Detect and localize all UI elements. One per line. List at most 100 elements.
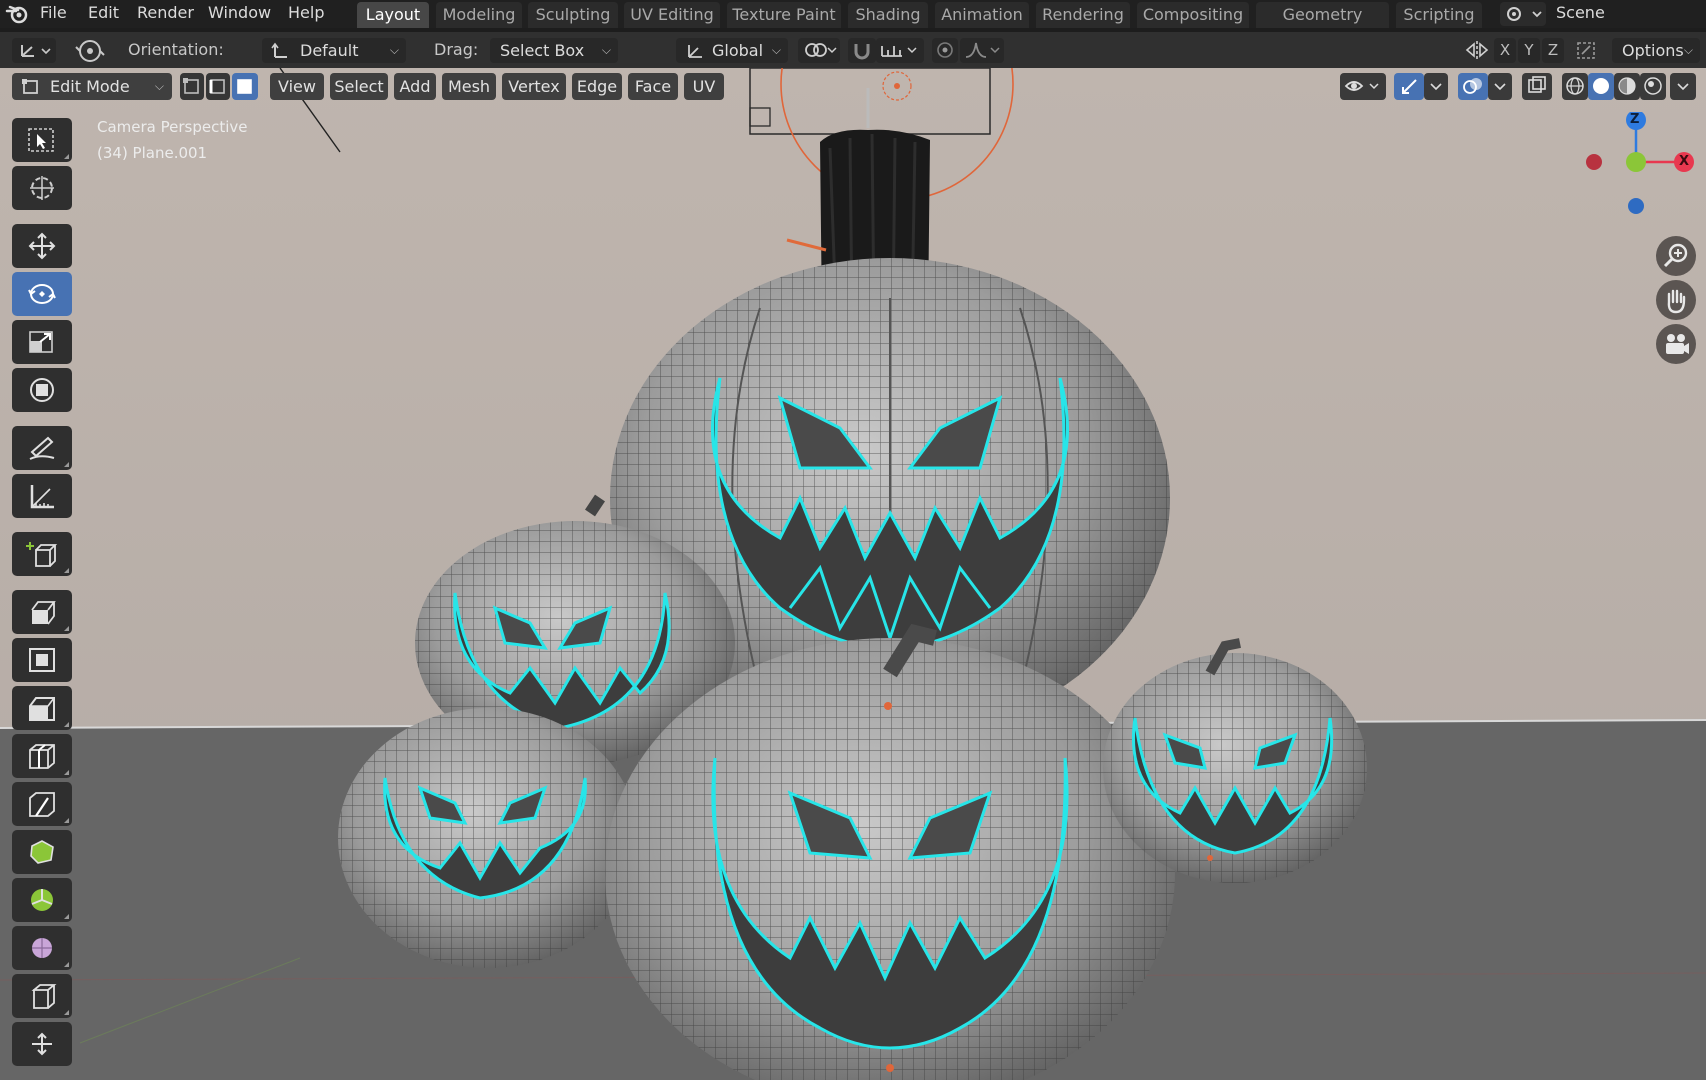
overlays-toggle-button[interactable] [1458,73,1488,100]
transform-orientation-dropdown[interactable]: Global ⌵ [676,38,788,63]
gizmo-x-label: X [1679,154,1690,169]
face-select-icon [237,79,252,94]
shading-dropdown[interactable] [1670,73,1696,100]
gizmo-dropdown[interactable] [1424,73,1448,100]
tool-transform[interactable] [12,368,72,412]
rendered-shading-button[interactable] [1640,73,1666,100]
zoom-button[interactable] [1656,236,1696,276]
zoom-icon [1663,243,1688,268]
mode-dropdown[interactable]: Edit Mode ⌵ [12,73,172,100]
edge-select-button[interactable] [206,73,230,100]
shear-icon [31,984,57,1009]
tool-annotate[interactable] [12,426,72,470]
tab-uv-editing[interactable]: UV Editing [624,2,720,28]
tab-texture-paint[interactable]: Texture Paint [727,2,841,28]
mirror-z-toggle[interactable]: Z [1542,38,1564,63]
mirror-x-toggle[interactable]: X [1494,38,1516,63]
snap-target-dropdown[interactable] [876,38,924,63]
tool-measure[interactable] [12,474,72,518]
snap-increment-icon [881,46,917,57]
tab-animation[interactable]: Animation [935,2,1029,28]
tool-move[interactable] [12,224,72,268]
tab-sculpting[interactable]: Sculpting [528,2,618,28]
blender-logo-icon[interactable] [4,2,30,26]
scene-name[interactable]: Scene [1556,0,1696,26]
rotate-tool-icon [72,36,108,66]
menu-edge[interactable]: Edge [572,73,622,100]
tool-rotate[interactable] [12,272,72,316]
tab-modeling[interactable]: Modeling [436,2,522,28]
overlays-dropdown[interactable] [1488,73,1512,100]
menu-view[interactable]: View [270,73,324,100]
pan-button[interactable] [1656,280,1696,320]
tool-shear[interactable] [12,974,72,1018]
tab-scripting[interactable]: Scripting [1396,2,1482,28]
menu-mesh[interactable]: Mesh [442,73,496,100]
select-box-icon [28,128,54,152]
chevron-down-icon: ⌵ [154,79,164,93]
visibility-dropdown[interactable] [1340,73,1386,100]
pivot-point-button[interactable] [798,38,840,63]
tool-add-cube[interactable] [12,532,72,576]
face-select-button[interactable] [232,73,258,100]
tool-smooth[interactable] [12,926,72,970]
overlays-icon [1463,78,1482,94]
snap-toggle-button[interactable] [848,38,876,63]
tab-geometry-nodes[interactable]: Geometry Nodes [1256,2,1389,50]
tool-bevel[interactable] [12,686,72,730]
scene-icon [1507,7,1542,21]
tool-poly-build[interactable] [12,830,72,874]
camera-icon [1666,334,1689,354]
scene-selector-button[interactable] [1500,2,1546,26]
viewport-3d[interactable]: Camera Perspective (34) Plane.001 Z X [0,68,1706,1080]
gizmo-toggle-button[interactable] [1394,73,1424,100]
xray-toggle-button[interactable] [1522,73,1552,100]
tab-layout[interactable]: Layout [357,2,429,28]
mirror-icon[interactable] [1464,38,1490,63]
options-label: Options [1622,41,1684,60]
camera-view-button[interactable] [1656,324,1696,364]
drag-dropdown[interactable]: Select Box ⌵ [490,38,618,63]
mirror-y-toggle[interactable]: Y [1518,38,1540,63]
menu-uv[interactable]: UV [684,73,724,100]
tool-select-box[interactable] [12,118,72,162]
left-toolbar [0,108,80,1080]
solid-shading-button[interactable] [1588,73,1614,100]
knife-icon [29,792,55,817]
view-name-label: Camera Perspective [97,118,248,136]
navigation-gizmo[interactable]: Z X [1570,110,1706,232]
wireframe-shading-button[interactable] [1562,73,1588,100]
drag-label: Drag: [434,40,479,59]
gizmo-transform-icon [21,45,51,57]
proportional-edit-button[interactable] [932,38,958,63]
menu-select[interactable]: Select [330,73,388,100]
menu-vertex[interactable]: Vertex [502,73,566,100]
tab-rendering[interactable]: Rendering [1036,2,1130,28]
tool-inset[interactable] [12,638,72,682]
loop-cut-icon [29,744,55,769]
menu-file[interactable]: File [40,0,67,26]
tool-settings-bar: Orientation: Default ⌵ Drag: Select Box … [0,32,1706,68]
tool-knife[interactable] [12,782,72,826]
tool-scale[interactable] [12,320,72,364]
editor-type-button[interactable] [12,38,56,63]
tool-spin[interactable] [12,878,72,922]
options-dropdown[interactable]: Options ⌵ [1612,38,1700,63]
menu-help[interactable]: Help [288,0,324,26]
material-shading-button[interactable] [1614,73,1640,100]
tool-cursor[interactable] [12,166,72,210]
tool-extrude[interactable] [12,590,72,634]
orientation-dropdown[interactable]: Default ⌵ [262,38,406,63]
tool-loop-cut[interactable] [12,734,72,778]
menu-add[interactable]: Add [394,73,436,100]
menu-window[interactable]: Window [208,0,271,26]
tool-shrink-fatten[interactable] [12,1022,72,1066]
tab-compositing[interactable]: Compositing [1137,2,1249,28]
menu-face[interactable]: Face [628,73,678,100]
menu-edit[interactable]: Edit [88,0,119,26]
topology-mirror-icon[interactable] [1574,38,1600,63]
falloff-dropdown[interactable] [960,38,1004,63]
vertex-select-button[interactable] [180,73,204,100]
menu-render[interactable]: Render [137,0,194,26]
tab-shading[interactable]: Shading [848,2,928,28]
